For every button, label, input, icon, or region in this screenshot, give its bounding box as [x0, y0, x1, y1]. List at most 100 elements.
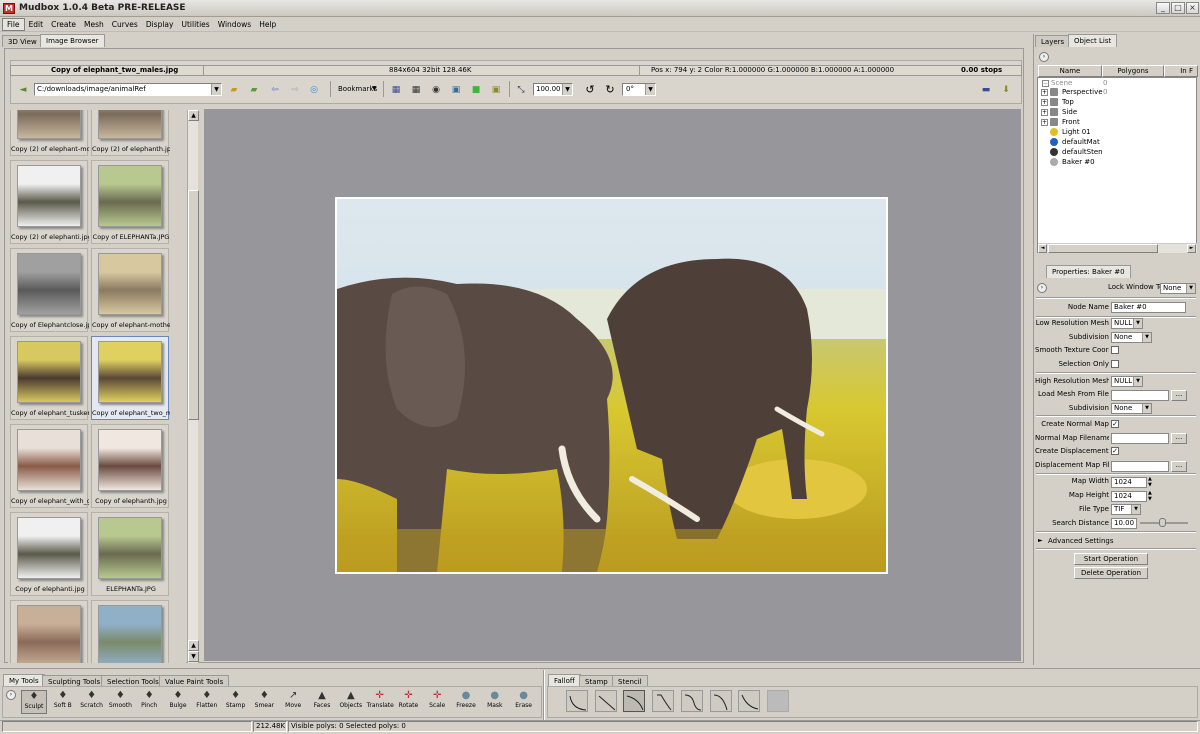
start-operation-button[interactable]: Start Operation	[1074, 553, 1148, 565]
falloff-curve-preset[interactable]	[680, 690, 703, 712]
tab-image-browser[interactable]: Image Browser	[40, 34, 105, 47]
rotate-ccw-icon[interactable]: ↺	[584, 84, 596, 96]
displacement-filename-browse-button[interactable]: ...	[1171, 461, 1187, 472]
file-type-select[interactable]: TIF ▼	[1111, 504, 1141, 515]
map-height-spinner-icon[interactable]: ▲ ▼	[1148, 490, 1152, 502]
advanced-expand-icon[interactable]: ►	[1038, 537, 1043, 544]
dropdown-arrow-icon[interactable]: ▼	[1133, 377, 1142, 386]
scroll-left-icon[interactable]: ◄	[1038, 244, 1047, 253]
create-normal-checkbox[interactable]: ✓	[1111, 420, 1119, 428]
displacement-filename-field[interactable]	[1111, 461, 1169, 472]
tool-freeze[interactable]: ● Freeze	[453, 690, 479, 714]
menu-create[interactable]: Create	[47, 19, 80, 30]
dropdown-arrow-icon[interactable]: ▼	[1131, 505, 1140, 514]
tree-item-defaultmat[interactable]: defaultMat	[1041, 137, 1100, 147]
map-width-field[interactable]: 1024	[1111, 477, 1147, 488]
menu-display[interactable]: Display	[142, 19, 178, 30]
tab-3d-view[interactable]: 3D View	[2, 35, 43, 47]
scroll-up-icon[interactable]: ▲	[188, 640, 199, 651]
thumbnail-scrollbar[interactable]: ▲ ▲ ▼	[187, 110, 199, 663]
close-button[interactable]: ×	[1186, 2, 1199, 14]
tool-flatten[interactable]: ♦ Flatten	[194, 690, 220, 714]
tool-translate[interactable]: ✛ Translate	[367, 690, 394, 714]
tool-move[interactable]: ↗ Move	[280, 690, 306, 714]
scroll-down-icon[interactable]: ▼	[188, 651, 199, 662]
channel-split-icon[interactable]: ▦	[410, 84, 422, 96]
falloff-curve-preset[interactable]	[709, 690, 732, 712]
delete-operation-button[interactable]: Delete Operation	[1074, 567, 1148, 579]
smooth-texture-checkbox[interactable]	[1111, 346, 1119, 354]
thumbnail-item[interactable]: Copy of elephant_tusker.	[10, 336, 89, 420]
compare-icon[interactable]: ▣	[490, 84, 502, 96]
map-height-field[interactable]: 1024	[1111, 491, 1147, 502]
scroll-up-icon[interactable]: ▲	[188, 110, 199, 121]
scroll-thumb[interactable]	[188, 190, 199, 420]
menu-mesh[interactable]: Mesh	[80, 19, 108, 30]
high-res-mesh-select[interactable]: NULL ▼	[1111, 376, 1143, 387]
load-mesh-field[interactable]	[1111, 390, 1169, 401]
menu-utilities[interactable]: Utilities	[177, 19, 213, 30]
thumbnail-item[interactable]: Copy of elephanti.jpg	[10, 512, 88, 596]
channel-rgb-icon[interactable]: ▦	[390, 84, 402, 96]
menu-windows[interactable]: Windows	[214, 19, 255, 30]
menu-help[interactable]: Help	[255, 19, 280, 30]
menu-edit[interactable]: Edit	[25, 19, 48, 30]
thumbnail-item[interactable]: Copy of Elephantclose.jpg	[10, 248, 89, 332]
minimize-button[interactable]: _	[1156, 2, 1170, 14]
bookmarks-dropdown-icon[interactable]: ▼	[372, 85, 377, 92]
create-displacement-checkbox[interactable]: ✓	[1111, 447, 1119, 455]
tool-shelf-options-icon[interactable]: ›	[6, 690, 16, 700]
rotation-field[interactable]: 0° ▼	[622, 83, 656, 96]
tool-rotate[interactable]: ✛ Rotate	[395, 690, 421, 714]
thumbnail-item[interactable]: ELEPHANTa.JPG	[91, 512, 169, 596]
next-image-icon[interactable]: ⇨	[289, 84, 301, 96]
expand-icon[interactable]: +	[1041, 98, 1048, 106]
collapse-icon[interactable]: −	[1042, 79, 1049, 87]
tool-sculpt[interactable]: ♦ Sculpt	[21, 690, 47, 714]
tool-objects[interactable]: ▲ Objects	[338, 690, 364, 714]
tab-properties[interactable]: Properties: Baker #0	[1046, 265, 1131, 278]
zoom-dropdown-icon[interactable]: ▼	[562, 84, 572, 95]
thumbnail-item[interactable]: Copy of elephant_two_m	[91, 336, 170, 420]
panel-options-icon[interactable]: ›	[1039, 52, 1049, 62]
refresh-folder-icon[interactable]: ▰	[248, 84, 260, 96]
falloff-curve-preset[interactable]	[623, 690, 646, 712]
fit-zoom-icon[interactable]: ⤡	[515, 84, 527, 96]
tree-item-front[interactable]: + Front	[1041, 117, 1080, 127]
column-name[interactable]: Name	[1038, 65, 1102, 77]
path-field[interactable]: C:/downloads/image/animalRef ▼	[34, 83, 222, 96]
falloff-curve-preset[interactable]	[738, 690, 761, 712]
selection-only-checkbox[interactable]	[1111, 360, 1119, 368]
tree-item-top[interactable]: + Top	[1041, 97, 1074, 107]
open-folder-icon[interactable]: ▰	[228, 84, 240, 96]
prev-image-icon[interactable]: ⇦	[269, 84, 281, 96]
normal-filename-field[interactable]	[1111, 433, 1169, 444]
column-in-frame[interactable]: In F	[1164, 65, 1198, 77]
tool-smear[interactable]: ♦ Smear	[251, 690, 277, 714]
dropdown-arrow-icon[interactable]: ▼	[1133, 319, 1142, 328]
scroll-right-icon[interactable]: ►	[1187, 244, 1196, 253]
menu-curves[interactable]: Curves	[108, 19, 142, 30]
reload-icon[interactable]: ◎	[308, 84, 320, 96]
advanced-settings-label[interactable]: Advanced Settings	[1048, 537, 1114, 545]
search-distance-field[interactable]: 10.00	[1111, 518, 1137, 529]
tool-mask[interactable]: ● Mask	[482, 690, 508, 714]
thumbnail-item[interactable]: Copy (2) of elephanti.jpg	[10, 160, 89, 244]
rotation-dropdown-icon[interactable]: ▼	[645, 84, 655, 95]
map-width-spinner-icon[interactable]: ▲ ▼	[1148, 476, 1152, 488]
color-mode-icon[interactable]: ▣	[450, 84, 462, 96]
back-arrow-icon[interactable]: ◄	[17, 84, 29, 96]
hscroll-thumb[interactable]	[1048, 244, 1158, 253]
object-list-hscrollbar[interactable]: ◄ ►	[1038, 243, 1197, 253]
collapse-icon[interactable]: ▬	[980, 84, 992, 96]
subdivision2-select[interactable]: None ▼	[1111, 403, 1152, 414]
thumbnail-item[interactable]: Copy of elephant-mother	[91, 248, 170, 332]
zoom-field[interactable]: 100.00 ▼	[533, 83, 573, 96]
tool-bulge[interactable]: ♦ Bulge	[165, 690, 191, 714]
tool-scratch[interactable]: ♦ Scratch	[79, 690, 105, 714]
tool-pinch[interactable]: ♦ Pinch	[136, 690, 162, 714]
properties-options-icon[interactable]: ›	[1037, 283, 1047, 293]
dropdown-arrow-icon[interactable]: ▼	[1142, 404, 1151, 413]
tool-soft-b[interactable]: ♦ Soft B	[50, 690, 76, 714]
tool-erase[interactable]: ● Erase	[511, 690, 537, 714]
